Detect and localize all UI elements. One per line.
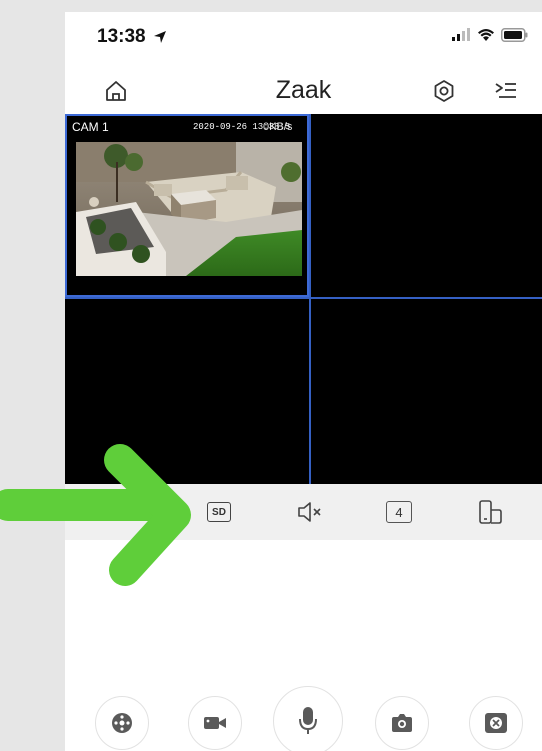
camera-grid: CAM 1 2020-09-26 13:38:5 0KB/s	[65, 114, 542, 484]
rotate-screen-icon[interactable]	[475, 498, 505, 526]
camera-view-4[interactable]	[311, 299, 542, 484]
status-icons	[451, 28, 528, 42]
close-all-button[interactable]	[469, 696, 523, 750]
location-arrow-icon	[153, 30, 166, 43]
camera-view-3[interactable]	[65, 299, 309, 484]
split-view-button[interactable]: 4	[386, 501, 412, 523]
sd-quality-button[interactable]: SD	[207, 502, 231, 522]
camera-bitrate: 0KB/s	[263, 121, 293, 133]
status-time-text: 13:38	[97, 26, 146, 47]
camera-label: CAM 1	[72, 120, 109, 134]
microphone-icon	[299, 707, 317, 734]
signal-icon	[452, 28, 470, 41]
video-camera-icon	[204, 717, 226, 729]
talk-button[interactable]	[273, 686, 343, 751]
playback-toolbar: SD 4	[65, 484, 542, 540]
camera-icon	[392, 714, 412, 732]
close-camera-icon	[485, 713, 507, 733]
mute-icon[interactable]	[295, 498, 325, 526]
ptz-control-button[interactable]	[95, 696, 149, 750]
ptz-joystick-icon	[112, 713, 132, 733]
wifi-icon	[478, 29, 494, 41]
device-list-icon[interactable]	[493, 78, 519, 104]
record-button[interactable]	[188, 696, 242, 750]
camera-view-1[interactable]: CAM 1 2020-09-26 13:38:5 0KB/s	[65, 114, 309, 297]
page-title: Zaak	[275, 76, 332, 104]
snapshot-button[interactable]	[375, 696, 429, 750]
status-time: 13:38	[97, 26, 167, 48]
camera-feed-image	[76, 142, 302, 276]
settings-icon[interactable]	[431, 78, 457, 104]
phone-screen: 13:38 Zaak CAM 1 2020-09-26 13:38:5 0KB/…	[65, 12, 542, 751]
camera-view-2[interactable]	[311, 114, 542, 297]
battery-icon	[501, 28, 528, 42]
